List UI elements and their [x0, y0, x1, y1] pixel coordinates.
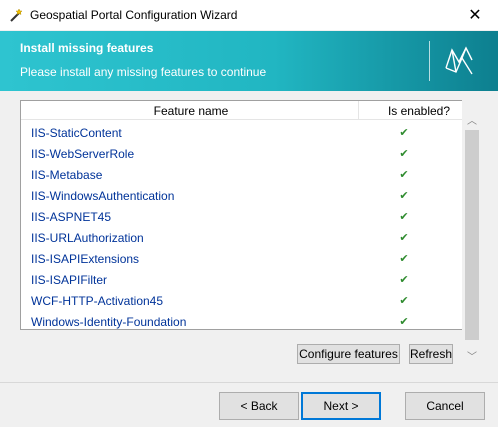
check-icon: ✔ [399, 169, 409, 181]
table-header: Feature name Is enabled? [21, 101, 463, 120]
cancel-button[interactable]: Cancel [405, 392, 485, 420]
close-icon: ✕ [468, 7, 482, 24]
feature-name: IIS-WindowsAuthentication [31, 189, 175, 203]
vertical-scrollbar[interactable]: ︿ ﹀ [462, 100, 482, 368]
wizard-wand-icon [10, 8, 23, 22]
feature-name: IIS-WebServerRole [31, 147, 135, 161]
check-icon: ✔ [399, 190, 409, 202]
check-icon: ✔ [399, 211, 409, 223]
feature-name: Windows-Identity-Foundation [31, 315, 187, 329]
column-header-feature-name[interactable]: Feature name [51, 104, 331, 118]
table-row[interactable]: IIS-Metabase ✔ [21, 164, 463, 185]
title-bar: Geospatial Portal Configuration Wizard ✕ [0, 0, 498, 30]
column-divider[interactable] [358, 101, 359, 119]
table-row[interactable]: IIS-URLAuthorization ✔ [21, 227, 463, 248]
table-row[interactable]: IIS-ASPNET45 ✔ [21, 206, 463, 227]
table-row[interactable]: Windows-Identity-Foundation ✔ [21, 311, 463, 329]
table-row[interactable]: IIS-WebServerRole ✔ [21, 143, 463, 164]
back-button[interactable]: < Back [219, 392, 299, 420]
scroll-up-icon[interactable]: ︿ [466, 112, 478, 127]
window-title: Geospatial Portal Configuration Wizard [30, 8, 238, 22]
feature-name: IIS-ISAPIFilter [31, 273, 108, 287]
header-divider [429, 41, 430, 81]
feature-name: IIS-StaticContent [31, 126, 122, 140]
refresh-button[interactable]: Refresh [409, 344, 453, 364]
table-row[interactable]: IIS-StaticContent ✔ [21, 122, 463, 143]
table-row[interactable]: WCF-HTTP-Activation45 ✔ [21, 290, 463, 311]
column-header-is-enabled[interactable]: Is enabled? [369, 104, 463, 118]
page-subtitle: Please install any missing features to c… [20, 65, 267, 79]
scrollbar-thumb[interactable] [465, 130, 479, 340]
hexagon-logo-icon [445, 46, 473, 75]
feature-name: IIS-ISAPIExtensions [31, 252, 140, 266]
page-title: Install missing features [20, 41, 154, 55]
check-icon: ✔ [399, 253, 409, 265]
footer-divider [0, 382, 498, 383]
wizard-header: Install missing features Please install … [0, 31, 498, 91]
check-icon: ✔ [399, 274, 409, 286]
feature-name: IIS-URLAuthorization [31, 231, 144, 245]
feature-name: WCF-HTTP-Activation45 [31, 294, 164, 308]
table-row[interactable]: IIS-ISAPIExtensions ✔ [21, 248, 463, 269]
configure-features-button[interactable]: Configure features [297, 344, 400, 364]
feature-name: IIS-ASPNET45 [31, 210, 112, 224]
check-icon: ✔ [399, 295, 409, 307]
check-icon: ✔ [399, 127, 409, 139]
check-icon: ✔ [399, 316, 409, 328]
check-icon: ✔ [399, 232, 409, 244]
check-icon: ✔ [399, 148, 409, 160]
next-button[interactable]: Next > [301, 392, 381, 420]
feature-list: Feature name Is enabled? IIS-StaticConte… [20, 100, 464, 330]
scroll-down-icon[interactable]: ﹀ [466, 348, 478, 363]
table-row[interactable]: IIS-WindowsAuthentication ✔ [21, 185, 463, 206]
feature-name: IIS-Metabase [31, 168, 103, 182]
close-button[interactable]: ✕ [452, 0, 498, 30]
table-row[interactable]: IIS-ISAPIFilter ✔ [21, 269, 463, 290]
